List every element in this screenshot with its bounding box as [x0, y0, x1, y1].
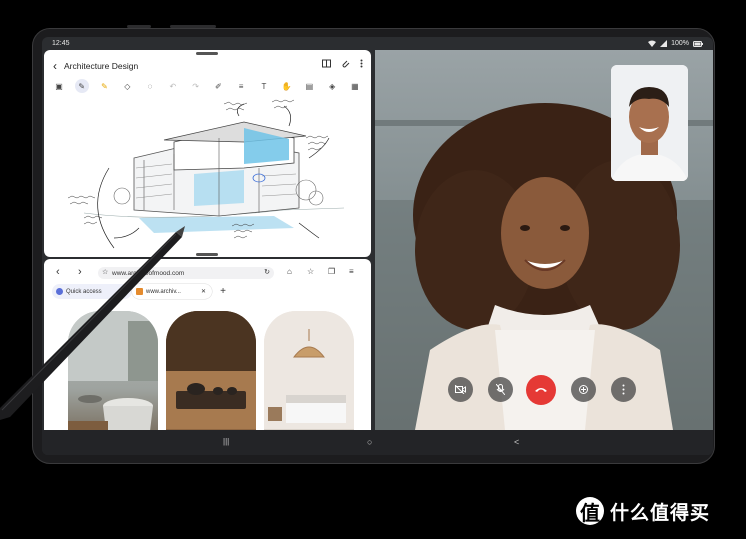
reload-icon[interactable]: ↻	[264, 268, 270, 276]
end-call-button[interactable]	[526, 375, 556, 405]
site-favicon-icon	[136, 288, 143, 295]
camera-off-icon	[455, 385, 466, 394]
status-time: 12:45	[52, 40, 70, 47]
url-text: www.archiveofmood.com	[112, 269, 185, 277]
eraser-icon[interactable]: ◇	[120, 79, 134, 93]
notes-window[interactable]: ‹ Architecture Design ▣ ✎ ✎ ◇ ◌ ↶ ↷ ✐ ≡ …	[44, 50, 371, 257]
quick-access-icon	[56, 288, 63, 295]
home-star-icon[interactable]: ☆	[102, 268, 108, 276]
tab-quick-access[interactable]: Quick access	[52, 284, 132, 299]
close-tab-icon[interactable]: ✕	[201, 288, 206, 295]
resize-handle[interactable]	[196, 253, 218, 256]
self-view-pip[interactable]	[611, 65, 688, 181]
hardware-button	[127, 25, 151, 28]
tab-label: Quick access	[66, 288, 102, 295]
notes-actions	[322, 59, 363, 68]
watermark: 值 什么值得买	[576, 497, 710, 525]
tab-label: www.archiv...	[146, 288, 181, 295]
notes-header: ‹ Architecture Design	[44, 56, 371, 76]
more-icon[interactable]	[360, 59, 363, 68]
window-handle[interactable]	[196, 52, 218, 55]
bookmark-icon[interactable]: ☆	[307, 267, 314, 276]
pages-icon[interactable]: ▦	[348, 79, 362, 93]
hardware-button	[170, 25, 216, 28]
hand-icon[interactable]: ✋	[280, 79, 294, 93]
undo-icon[interactable]: ↶	[166, 79, 180, 93]
pen-settings-icon[interactable]: ✐	[211, 79, 225, 93]
redo-icon[interactable]: ↷	[189, 79, 203, 93]
watermark-logo: 值	[576, 497, 604, 525]
back-arrow-icon[interactable]: ‹	[53, 59, 57, 73]
book-icon[interactable]	[322, 59, 331, 68]
back-icon[interactable]: ‹	[56, 266, 60, 278]
switch-camera-button[interactable]	[571, 377, 596, 402]
pen-icon[interactable]: ✎	[74, 79, 89, 93]
status-right: 100%	[648, 40, 703, 47]
note-title: Architecture Design	[64, 61, 139, 71]
video-call-window[interactable]	[375, 50, 713, 430]
notes-toolbar: ▣ ✎ ✎ ◇ ◌ ↶ ↷ ✐ ≡ T ✋ ▤ ◈ ▦	[48, 78, 366, 94]
switch-camera-icon	[579, 385, 588, 394]
home-button[interactable]: ○	[367, 437, 372, 447]
new-tab-button[interactable]: +	[216, 284, 230, 299]
text-style-icon[interactable]: ≡	[234, 79, 248, 93]
end-call-icon	[535, 388, 547, 392]
text-icon[interactable]: T	[257, 79, 271, 93]
tabs-icon[interactable]: ❐	[328, 267, 335, 276]
shapes-icon[interactable]: ◈	[325, 79, 339, 93]
system-navigation-bar: ||| ○ <	[42, 430, 713, 455]
forward-icon[interactable]: ›	[78, 266, 82, 278]
watermark-text: 什么值得买	[610, 502, 711, 524]
text-box-icon[interactable]: ▣	[52, 79, 66, 93]
more-icon	[622, 384, 625, 395]
mic-off-icon	[496, 384, 505, 395]
recents-button[interactable]: |||	[223, 437, 229, 446]
call-controls	[448, 375, 638, 407]
wifi-icon	[648, 40, 657, 47]
camera-off-button[interactable]	[448, 377, 473, 402]
menu-icon[interactable]: ≡	[349, 267, 354, 276]
url-bar[interactable]: ☆ www.archiveofmood.com ↻	[98, 267, 274, 279]
lasso-icon[interactable]: ◌	[143, 79, 157, 93]
attach-icon[interactable]	[341, 59, 350, 68]
more-options-button[interactable]	[611, 377, 636, 402]
browser-toolbar: ‹ › ☆ www.archiveofmood.com ↻ ⌂ ☆ ❐ ≡	[44, 264, 371, 282]
highlighter-icon[interactable]: ✎	[98, 79, 112, 93]
tab-archive[interactable]: www.archiv... ✕	[132, 284, 212, 299]
signal-icon	[660, 40, 668, 47]
home-icon[interactable]: ⌂	[287, 267, 292, 276]
back-button[interactable]: <	[514, 437, 519, 447]
tablet-screen: 12:45 100% ‹ Architecture Design ▣ ✎ ✎ ◇…	[42, 37, 713, 455]
status-bar: 12:45 100%	[42, 37, 713, 51]
browser-window[interactable]: ‹ › ☆ www.archiveofmood.com ↻ ⌂ ☆ ❐ ≡ Qu…	[44, 259, 371, 453]
architecture-sketch	[67, 99, 345, 249]
battery-level: 100%	[671, 40, 689, 47]
mute-button[interactable]	[488, 377, 513, 402]
self-view-feed	[611, 65, 688, 181]
tab-strip: Quick access www.archiv... ✕ +	[48, 284, 368, 300]
battery-icon	[693, 40, 703, 47]
stage: 12:45 100% ‹ Architecture Design ▣ ✎ ✎ ◇…	[0, 0, 746, 539]
media-icon[interactable]: ▤	[302, 79, 316, 93]
